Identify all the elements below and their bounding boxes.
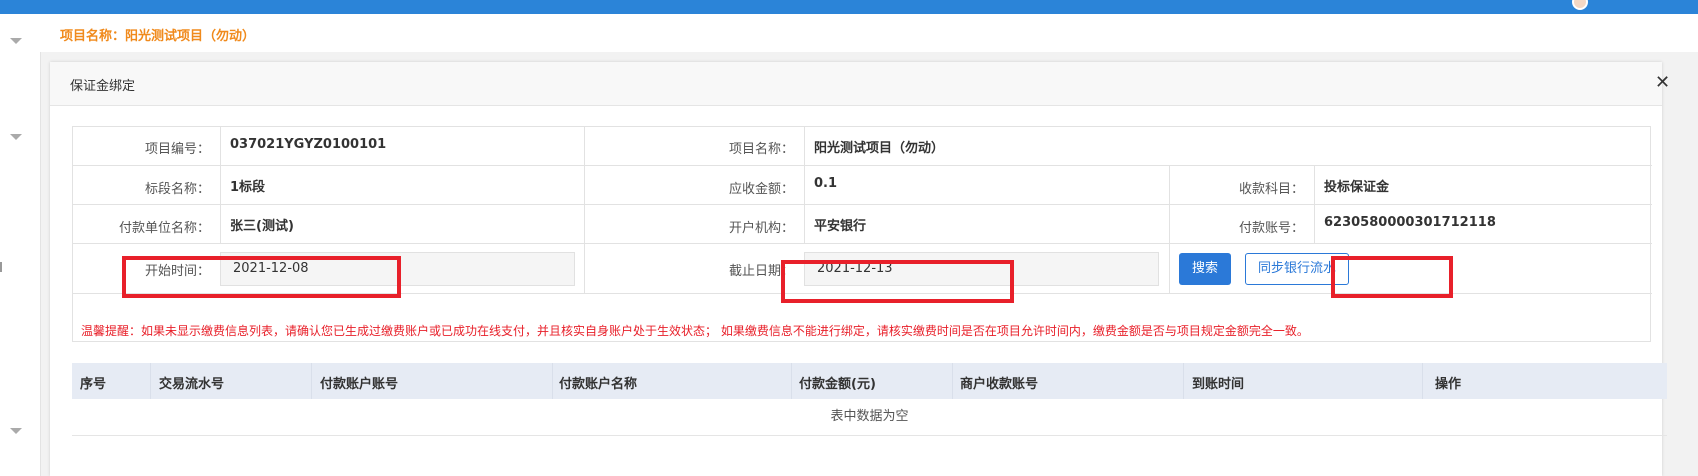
chevron-down-icon[interactable] [10,134,22,140]
project-no-value: 037021YGYZ0100101 [230,137,387,152]
subject-value: 投标保证金 [1324,180,1390,195]
section-value: 1标段 [230,180,266,195]
amount-label: 应收金额： [728,182,794,197]
project-name-bar: 项目名称：阳光测试项目（勿动） [40,14,1698,52]
close-icon[interactable]: ✕ [1655,74,1670,92]
search-button[interactable]: 搜索 [1179,253,1231,285]
col-header: 付款金额(元) [799,377,876,392]
project-no-label: 项目编号： [144,142,210,157]
subject-label: 收款科目： [1238,182,1304,197]
warning-notice: 温馨提醒：如果未显示缴费信息列表，请确认您已生成过缴费账户或已成功在线支付，并且… [81,324,1309,338]
project-info-table: 项目编号： 037021YGYZ0100101 项目名称： 阳光测试项目（勿动）… [72,126,1652,342]
col-header: 付款账户名称 [559,377,638,392]
account-label: 付款账号： [1238,221,1304,236]
col-header: 序号 [80,377,107,392]
highlight-box [781,260,1014,303]
payer-value: 张三(测试) [230,219,294,234]
highlight-box [122,256,401,298]
col-header: 操作 [1435,377,1462,392]
top-header-bar [0,0,1698,14]
modal-title: 保证金绑定 [70,79,136,94]
info-row: 付款单位名称： 张三(测试) 开户机构： 平安银行 付款账号： 62305800… [73,205,1652,244]
project-name-text: 项目名称：阳光测试项目（勿动） [60,29,256,44]
project-name-value: 阳光测试项目（勿动） [814,141,945,156]
col-header: 交易流水号 [159,377,225,392]
empty-table-message: 表中数据为空 [72,399,1667,436]
highlight-box [1331,256,1453,298]
info-row: 项目编号： 037021YGYZ0100101 项目名称： 阳光测试项目（勿动） [73,127,1652,166]
section-label: 标段名称： [144,182,210,197]
sidebar-marker [0,262,2,272]
left-sidebar [0,14,41,476]
info-row: 标段名称： 1标段 应收金额： 0.1 收款科目： 投标保证金 [73,166,1652,205]
table-header: 序号 交易流水号 付款账户账号 付款账户名称 付款金额(元) 商户收款账号 到账… [72,363,1667,399]
col-header: 商户收款账号 [960,377,1039,392]
bank-value: 平安银行 [814,219,867,234]
end-date-label: 截止日期： [728,264,794,279]
col-header: 付款账户账号 [320,377,399,392]
amount-value: 0.1 [814,176,838,191]
col-header: 到账时间 [1192,377,1245,392]
chevron-down-icon[interactable] [10,428,22,434]
chevron-down-icon[interactable] [10,38,22,44]
bank-label: 开户机构： [728,221,794,236]
project-name-label: 项目名称： [728,142,794,157]
modal-header: 保证金绑定 ✕ [50,62,1670,106]
account-value: 6230580000301712118 [1324,215,1496,230]
payer-label: 付款单位名称： [118,221,210,236]
